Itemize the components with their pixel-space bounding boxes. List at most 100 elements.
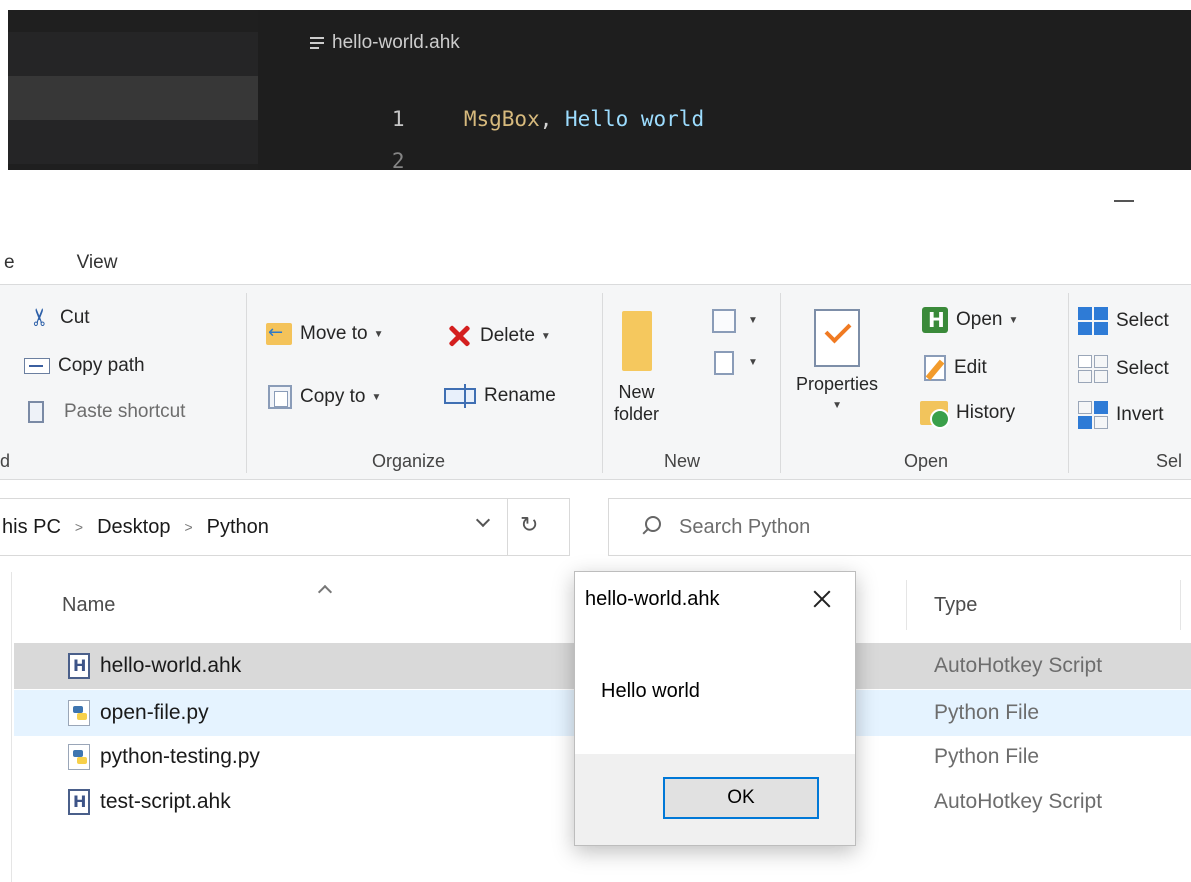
dropdown-arrow-icon: ▼ <box>373 328 384 340</box>
rename-button[interactable]: Rename <box>444 384 556 408</box>
copy-to-label: Copy to <box>300 386 366 407</box>
copy-to-icon <box>268 385 292 409</box>
edit-button[interactable]: Edit <box>924 355 987 381</box>
folder-icon <box>621 311 652 371</box>
column-header-name[interactable]: Name <box>62 580 115 630</box>
file-name: python-testing.py <box>100 745 260 768</box>
clipboard-group-label: d <box>0 451 11 471</box>
breadcrumb-desktop[interactable]: Desktop <box>97 516 170 539</box>
search-box[interactable]: Search Python <box>608 498 1191 556</box>
dropdown-arrow-icon: ▼ <box>748 315 758 326</box>
properties-button[interactable]: Properties ▼ <box>796 309 878 417</box>
file-name-cell: hello-world.ahk <box>68 653 241 679</box>
paste-shortcut-button[interactable]: Paste shortcut <box>28 401 185 423</box>
editor-top-strip <box>0 0 1191 10</box>
ahk-file-icon <box>68 653 90 679</box>
navigation-pane[interactable] <box>0 572 12 882</box>
ok-button[interactable]: OK <box>663 777 819 819</box>
tab-share[interactable]: e <box>0 252 71 274</box>
organize-group-label: Organize <box>372 451 446 471</box>
column-header-type[interactable]: Type <box>934 580 977 630</box>
invert-selection-button[interactable]: Invert <box>1078 401 1164 429</box>
dropdown-arrow-icon: ▼ <box>748 357 758 368</box>
select-all-button[interactable]: Select <box>1078 307 1169 335</box>
select-none-label: Select <box>1116 358 1169 379</box>
file-name: open-file.py <box>100 701 209 724</box>
dropdown-arrow-icon: ▼ <box>540 330 551 342</box>
rename-icon <box>444 384 476 408</box>
file-type: AutoHotkey Script <box>934 654 1103 677</box>
ahk-file-icon <box>68 789 90 815</box>
column-divider[interactable] <box>906 580 907 630</box>
properties-check-icon <box>814 309 861 367</box>
easy-access-icon[interactable] <box>714 351 734 375</box>
dropdown-arrow-icon: ▼ <box>832 400 842 411</box>
python-file-icon <box>68 700 90 726</box>
invert-selection-icon <box>1078 401 1108 429</box>
dialog-title: hello-world.ahk <box>585 588 720 610</box>
group-divider <box>602 293 603 473</box>
minimize-button[interactable] <box>1114 200 1134 202</box>
file-type: Python File <box>934 701 1040 724</box>
code-line-1[interactable]: 1 MsgBox, Hello world <box>316 74 704 131</box>
open-label: Open <box>956 309 1003 330</box>
ribbon-tabs: e View <box>0 246 139 280</box>
cut-button[interactable]: Cut <box>30 307 90 329</box>
column-divider[interactable] <box>1180 580 1181 630</box>
sidebar-row[interactable] <box>8 32 258 76</box>
editor-breadcrumb[interactable]: hello-world.ahk <box>310 32 460 54</box>
chevron-right-icon[interactable]: > <box>75 519 83 535</box>
properties-label: Properties <box>796 374 879 394</box>
chevron-down-icon[interactable] <box>476 515 490 529</box>
line-number: 2 <box>391 149 405 173</box>
open-group-label: Open <box>904 451 949 471</box>
file-type: AutoHotkey Script <box>934 790 1103 813</box>
tab-view[interactable]: View <box>71 252 140 274</box>
scissors-icon <box>30 307 52 329</box>
new-folder-button[interactable]: New folder <box>614 311 659 425</box>
cut-label: Cut <box>60 307 90 328</box>
delete-x-icon <box>446 323 472 349</box>
copy-path-button[interactable]: Copy path <box>24 355 145 377</box>
dropdown-arrow-icon: ▼ <box>1008 314 1019 326</box>
editor-sidebar <box>8 10 258 170</box>
open-button[interactable]: Open ▼ <box>922 307 1018 333</box>
breadcrumb-python[interactable]: Python <box>207 516 269 539</box>
refresh-icon[interactable]: ↻ <box>520 513 542 538</box>
dropdown-arrow-icon: ▼ <box>371 391 382 403</box>
code-editor: hello-world.ahk 1 MsgBox, Hello world 2 <box>8 10 1191 173</box>
code-argument: Hello world <box>552 107 705 131</box>
move-to-button[interactable]: Move to ▼ <box>266 322 384 345</box>
copy-to-button[interactable]: Copy to ▼ <box>268 385 381 409</box>
code-command: MsgBox <box>463 107 540 131</box>
sidebar-row-active[interactable] <box>8 76 258 120</box>
group-divider <box>1068 293 1069 473</box>
history-label: History <box>956 402 1016 423</box>
ribbon: Cut Copy path Paste shortcut d Move to ▼… <box>0 284 1191 480</box>
group-divider <box>780 293 781 473</box>
paste-shortcut-label: Paste shortcut <box>64 401 186 422</box>
code-punctuation: , <box>539 107 553 131</box>
file-name-cell: test-script.ahk <box>68 789 231 815</box>
select-all-icon <box>1078 307 1108 335</box>
new-item-icon[interactable] <box>712 309 736 333</box>
search-placeholder: Search Python <box>679 515 811 538</box>
group-divider <box>246 293 247 473</box>
sidebar-row[interactable] <box>8 120 258 164</box>
history-button[interactable]: History <box>920 401 1016 429</box>
file-name: test-script.ahk <box>100 790 231 813</box>
edit-label: Edit <box>954 357 987 378</box>
copy-path-label: Copy path <box>58 355 145 376</box>
chevron-right-icon[interactable]: > <box>184 519 192 535</box>
select-none-button[interactable]: Select <box>1078 355 1169 383</box>
code-line-2[interactable]: 2 <box>316 116 432 173</box>
address-bar[interactable]: his PC > Desktop > Python ↻ <box>0 498 570 556</box>
close-icon[interactable] <box>809 586 835 612</box>
dialog-message: Hello world <box>601 680 700 702</box>
breadcrumb-this-pc[interactable]: his PC <box>2 516 61 539</box>
new-group-label: New <box>664 451 701 471</box>
dialog-titlebar[interactable]: hello-world.ahk <box>575 572 855 632</box>
editor-main[interactable]: hello-world.ahk 1 MsgBox, Hello world 2 <box>258 10 1191 173</box>
file-name-cell: open-file.py <box>68 700 209 726</box>
delete-button[interactable]: Delete ▼ <box>446 323 551 349</box>
